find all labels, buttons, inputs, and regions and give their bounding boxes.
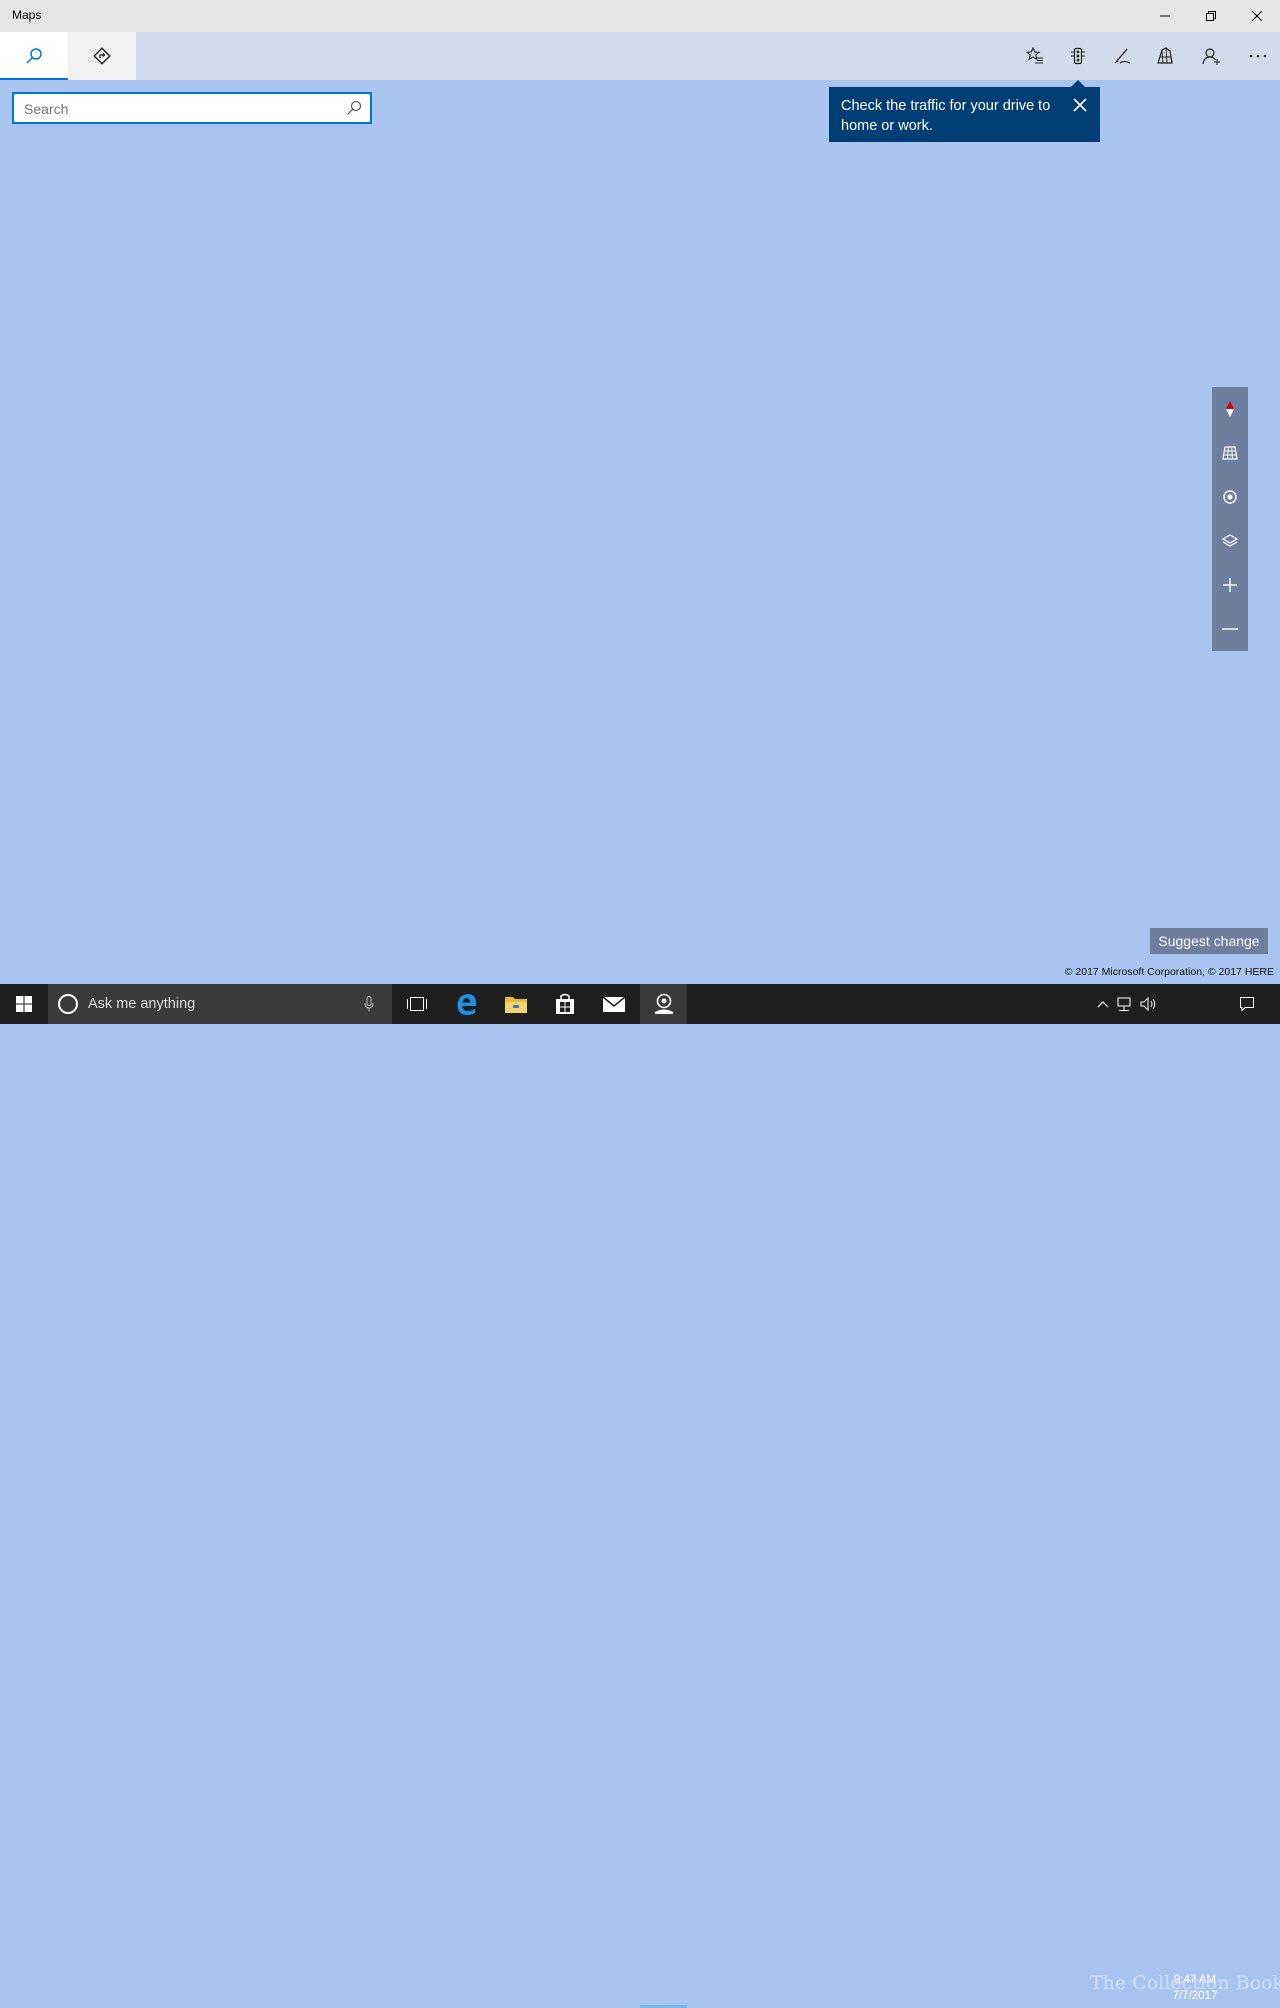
map-copyright: © 2017 Microsoft Corporation, © 2017 HER… — [1064, 966, 1274, 978]
task-view-icon — [407, 997, 427, 1011]
3d-cities-button[interactable] — [1143, 32, 1187, 80]
maps-taskbar-button[interactable] — [640, 984, 687, 1024]
minimize-icon — [1160, 15, 1170, 17]
cortana-icon — [58, 994, 78, 1014]
mail-button[interactable] — [590, 984, 638, 1024]
network-icon — [1117, 997, 1131, 1011]
zoom-out-button[interactable] — [1212, 607, 1248, 651]
search-icon — [347, 100, 362, 115]
zoom-out-icon — [1222, 628, 1238, 630]
compass-button[interactable] — [1212, 387, 1248, 431]
clock-date: 7/7/2017 — [1172, 1990, 1218, 2002]
command-bar — [0, 32, 1280, 80]
chevron-up-icon — [1097, 1001, 1109, 1008]
volume-icon — [1140, 996, 1156, 1012]
store-button[interactable] — [541, 984, 589, 1024]
tab-search[interactable] — [0, 32, 68, 80]
tilt-button[interactable] — [1212, 431, 1248, 475]
taskbar: Ask me anything The Collection Book 9:47… — [0, 984, 1280, 2008]
volume-button[interactable] — [1138, 984, 1160, 1024]
account-icon — [1202, 48, 1220, 65]
file-explorer-icon — [505, 997, 527, 1013]
ink-pen-icon — [1114, 48, 1131, 64]
tab-directions[interactable] — [68, 32, 136, 80]
clock-time: 9:47 AM — [1173, 1974, 1217, 1986]
windows-start-icon — [16, 996, 32, 1012]
directions-icon — [93, 47, 111, 65]
favorites-button[interactable] — [1013, 32, 1057, 80]
my-location-button[interactable] — [1212, 475, 1248, 519]
search-icon — [26, 48, 42, 64]
maps-icon — [654, 993, 673, 1014]
file-explorer-button[interactable] — [492, 984, 540, 1024]
compass-icon — [1226, 401, 1234, 417]
traffic-tooltip: Check the traffic for your drive to home… — [829, 80, 1100, 142]
microphone-icon[interactable] — [364, 996, 374, 1017]
mail-icon — [602, 996, 626, 1012]
search-input[interactable] — [22, 94, 346, 124]
minimize-button[interactable] — [1142, 0, 1188, 32]
clock[interactable]: 9:47 AM 7/7/2017 — [1160, 1972, 1230, 2004]
more-button[interactable] — [1236, 32, 1280, 80]
start-button[interactable] — [0, 984, 48, 1024]
store-icon — [556, 993, 574, 1014]
map-controls — [1212, 387, 1248, 651]
tilt-icon — [1222, 446, 1238, 460]
cortana-search-box[interactable]: Ask me anything — [48, 984, 392, 1024]
show-hidden-icons-button[interactable] — [1094, 984, 1112, 1024]
map-layers-button[interactable] — [1212, 519, 1248, 563]
restore-button[interactable] — [1188, 0, 1234, 32]
notification-icon — [1240, 997, 1254, 1012]
title-bar: Maps — [0, 0, 1280, 32]
favorites-icon — [1026, 47, 1043, 64]
account-button[interactable] — [1189, 32, 1233, 80]
network-button[interactable] — [1114, 984, 1136, 1024]
my-location-icon — [1223, 490, 1237, 504]
restore-icon — [1206, 11, 1216, 21]
task-view-button[interactable] — [394, 984, 440, 1024]
action-center-button[interactable] — [1234, 984, 1260, 1024]
close-icon — [1251, 10, 1263, 22]
tooltip-message: Check the traffic for your drive to home… — [841, 98, 1051, 134]
suggest-change-button[interactable]: Suggest change — [1150, 928, 1268, 954]
cortana-placeholder: Ask me anything — [88, 996, 196, 1012]
close-icon — [1073, 98, 1087, 112]
zoom-in-button[interactable] — [1212, 563, 1248, 607]
search-box[interactable] — [12, 92, 372, 124]
tooltip-close-button[interactable] — [1072, 97, 1088, 113]
window-title: Maps — [12, 8, 42, 22]
zoom-in-icon — [1223, 578, 1237, 592]
traffic-icon — [1071, 47, 1085, 65]
traffic-button[interactable] — [1056, 32, 1100, 80]
close-button[interactable] — [1234, 0, 1280, 32]
3d-cities-icon — [1157, 47, 1173, 64]
edge-icon — [457, 994, 476, 1015]
ink-pen-button[interactable] — [1100, 32, 1144, 80]
map-layers-icon — [1222, 534, 1238, 547]
more-icon — [1249, 54, 1267, 58]
edge-button[interactable] — [443, 984, 491, 1024]
search-submit-icon[interactable] — [346, 100, 362, 121]
